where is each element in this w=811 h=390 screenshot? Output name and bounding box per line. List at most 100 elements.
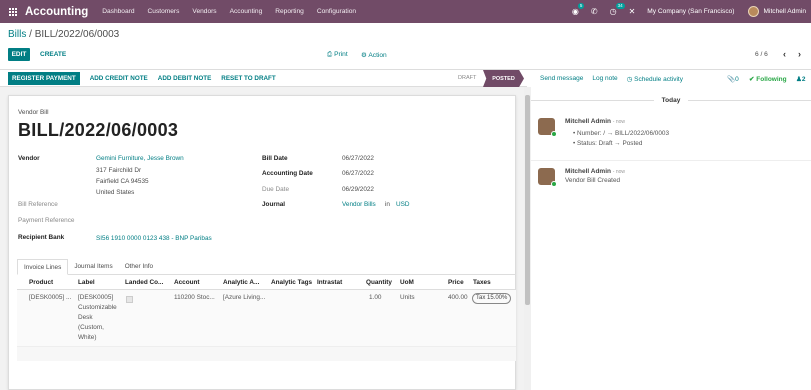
menu-reporting[interactable]: Reporting (275, 8, 304, 15)
currency-field[interactable]: USD (396, 201, 410, 208)
payment-reference-label: Payment Reference (18, 217, 75, 224)
date-separator: Today (531, 97, 811, 104)
top-navbar: Accounting Dashboard Customers Vendors A… (0, 0, 811, 23)
create-button[interactable]: CREATE (40, 51, 66, 58)
send-message-button[interactable]: Send message (540, 75, 583, 82)
online-status-icon (551, 131, 557, 137)
print-label: Print (334, 51, 348, 58)
cell-analytic-account[interactable]: [Azure Living... (223, 293, 265, 303)
notebook-tabs: Invoice Lines Journal Items Other Info (17, 259, 516, 275)
menu-configuration[interactable]: Configuration (317, 8, 356, 15)
user-menu[interactable]: Mitchell Admin (748, 6, 806, 17)
schedule-activity-button[interactable]: ◷ Schedule activity (627, 75, 683, 83)
tracking-line: • Number: / → BILL/2022/06/0003 (573, 130, 670, 137)
cell-label-line: Desk (78, 314, 93, 321)
due-date-field[interactable]: 06/29/2022 (342, 186, 374, 193)
col-analytic-tags[interactable]: Analytic Tags (271, 279, 312, 286)
vendor-city: Fairfield CA 94535 (96, 178, 149, 185)
col-account[interactable]: Account (174, 279, 200, 286)
bill-date-field[interactable]: 06/27/2022 (342, 155, 374, 162)
scrollbar-thumb[interactable] (525, 95, 530, 305)
cell-account[interactable]: 110200 Stoc... (174, 293, 215, 303)
phone-icon[interactable]: ✆ (591, 7, 598, 16)
following-button[interactable]: ✔ Following (749, 75, 787, 83)
cell-label[interactable]: [DESK0005] Customizable Desk (Custom, Wh… (78, 293, 117, 343)
apps-menu-icon[interactable] (9, 7, 17, 16)
followers-button[interactable]: ♟2 (796, 75, 805, 83)
paperclip-icon: 📎 (727, 76, 736, 83)
invoice-lines-header: Product Label Landed Co... Account Analy… (17, 276, 516, 290)
pager-value[interactable]: 6 / 6 (755, 51, 768, 58)
col-price[interactable]: Price (448, 279, 464, 286)
stage-draft[interactable]: DRAFT (458, 75, 476, 81)
col-quantity[interactable]: Quantity (366, 279, 392, 286)
col-intrastat[interactable]: Intrastat (317, 279, 342, 286)
status-bar: REGISTER PAYMENT ADD CREDIT NOTE ADD DEB… (0, 70, 527, 87)
vendor-label: Vendor (18, 155, 40, 162)
col-analytic-account[interactable]: Analytic A... (223, 279, 259, 286)
register-payment-button[interactable]: REGISTER PAYMENT (8, 71, 80, 85)
log-note-button[interactable]: Log note (592, 75, 617, 82)
action-button[interactable]: ⚙ Action (361, 51, 387, 59)
bill-reference-label: Bill Reference (18, 201, 58, 208)
bill-number: BILL/2022/06/0003 (18, 120, 179, 140)
vendor-country: United States (96, 189, 135, 196)
attachments-button[interactable]: 📎0 (727, 75, 739, 83)
col-landed-costs[interactable]: Landed Co... (125, 279, 163, 286)
tab-other-info[interactable]: Other Info (119, 259, 159, 274)
pager-next-icon[interactable]: › (798, 49, 801, 59)
chat-badge: 5 (577, 3, 585, 9)
accounting-date-field[interactable]: 06/27/2022 (342, 170, 374, 177)
message-author-name[interactable]: Mitchell Admin (565, 168, 611, 175)
stage-posted[interactable]: POSTED (483, 70, 524, 87)
today-label: Today (661, 97, 681, 104)
cell-label-line: White) (78, 334, 97, 341)
edit-button[interactable]: EDIT (8, 48, 30, 61)
breadcrumb-bills-link[interactable]: Bills (8, 29, 26, 40)
col-uom[interactable]: UoM (400, 279, 414, 286)
message-author: Mitchell Admin - now (565, 118, 625, 125)
tab-journal-items[interactable]: Journal Items (68, 259, 118, 274)
cell-product[interactable]: [DESK0005] ... (29, 293, 71, 303)
col-taxes[interactable]: Taxes (473, 279, 491, 286)
activity-icon[interactable]: ◷ 34 (610, 3, 625, 16)
reset-to-draft-button[interactable]: RESET TO DRAFT (221, 75, 275, 82)
recipient-bank-field[interactable]: SI56 1910 0000 0123 438 - BNP Paribas (96, 235, 212, 242)
tax-tag[interactable]: Tax 15.00% (472, 293, 512, 304)
cell-quantity[interactable]: 1.00 (369, 293, 381, 303)
landed-costs-checkbox[interactable] (126, 296, 133, 303)
recipient-bank-label: Recipient Bank (18, 234, 65, 241)
col-label[interactable]: Label (78, 279, 95, 286)
cell-uom[interactable]: Units (400, 293, 415, 303)
cell-price[interactable]: 400.00 (448, 293, 468, 303)
due-date-label: Due Date (262, 186, 289, 193)
journal-field[interactable]: Vendor Bills (342, 201, 376, 208)
cell-label-line: Customizable (78, 304, 117, 311)
col-product[interactable]: Product (29, 279, 53, 286)
message-author-name[interactable]: Mitchell Admin (565, 118, 611, 125)
activity-badge: 34 (615, 3, 625, 9)
menu-accounting[interactable]: Accounting (230, 8, 263, 15)
menu-vendors[interactable]: Vendors (192, 8, 216, 15)
add-line-row[interactable] (17, 347, 516, 361)
add-credit-note-button[interactable]: ADD CREDIT NOTE (90, 75, 148, 82)
user-name: Mitchell Admin (763, 8, 806, 15)
debug-tools-icon[interactable]: ✕ (629, 7, 636, 16)
tracking-value: Status: Draft → Posted (577, 140, 643, 147)
print-button[interactable]: ⎙ Print (327, 51, 348, 59)
form-scrollbar[interactable] (524, 87, 531, 390)
tab-invoice-lines[interactable]: Invoice Lines (17, 259, 69, 275)
schedule-activity-label: Schedule activity (634, 75, 683, 83)
message-time-value: now (615, 119, 626, 125)
add-debit-note-button[interactable]: ADD DEBIT NOTE (158, 75, 212, 82)
pager-previous-icon[interactable]: ‹ (783, 49, 786, 59)
app-brand[interactable]: Accounting (25, 6, 88, 18)
chat-icon[interactable]: ◉ 5 (572, 3, 585, 16)
message-author: Mitchell Admin - now (565, 168, 625, 175)
menu-customers[interactable]: Customers (148, 8, 180, 15)
accounting-date-label: Accounting Date (262, 170, 313, 177)
control-panel: Bills / BILL/2022/06/0003 EDIT CREATE ⎙ … (0, 23, 811, 70)
menu-dashboard[interactable]: Dashboard (102, 8, 134, 15)
vendor-field[interactable]: Gemini Furniture, Jesse Brown (96, 155, 184, 162)
company-switcher[interactable]: My Company (San Francisco) (647, 8, 734, 15)
